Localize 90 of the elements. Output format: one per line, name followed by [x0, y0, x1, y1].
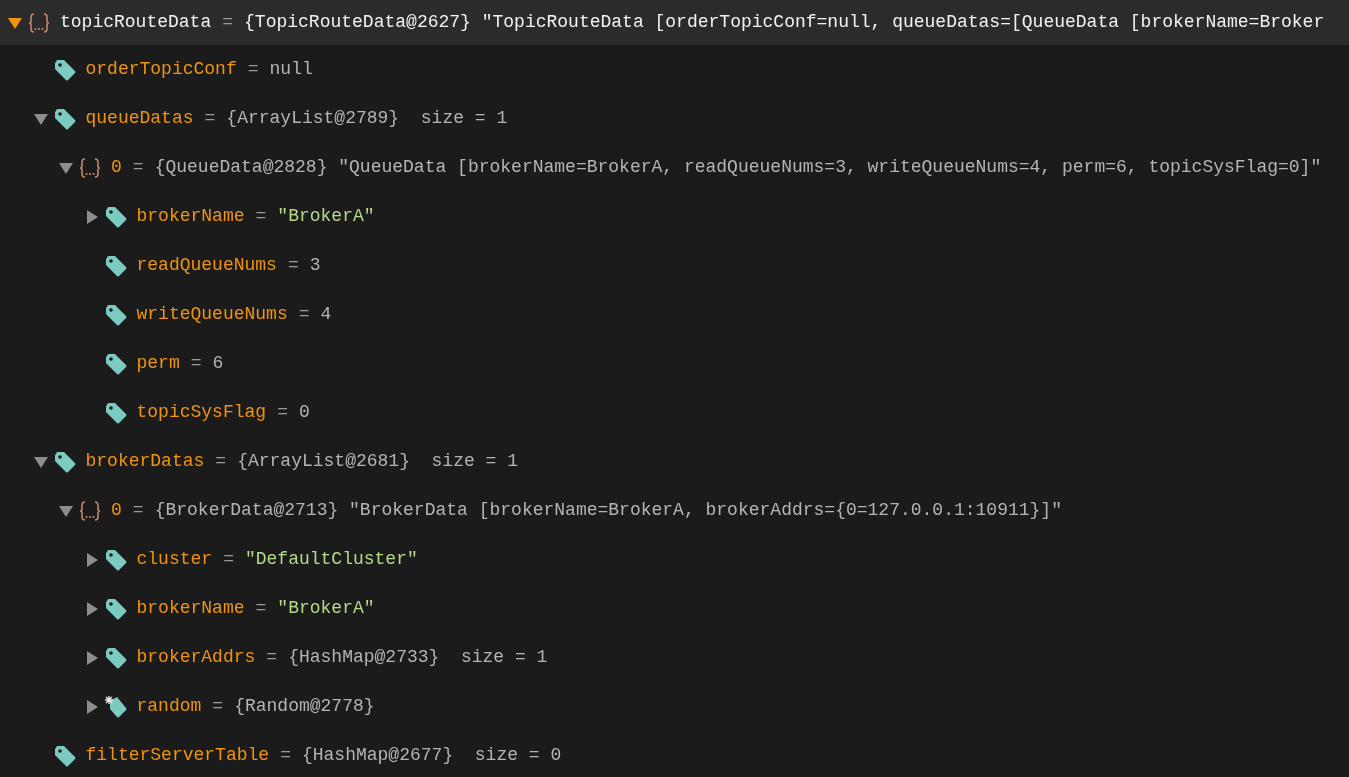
- variable-name: filterServerTable: [85, 744, 270, 767]
- variable-row[interactable]: perm = 6: [0, 339, 1349, 388]
- variable-value: 6: [212, 352, 224, 375]
- variable-value: 3: [309, 254, 321, 277]
- tag-icon: [105, 598, 126, 619]
- variable-row[interactable]: filterServerTable = {HashMap@2677} size = 0: [0, 731, 1349, 777]
- equals-sign: =: [287, 254, 299, 277]
- expand-arrow-icon[interactable]: [86, 601, 98, 616]
- tag-icon: [105, 402, 126, 423]
- expand-arrow-icon[interactable]: [86, 209, 98, 224]
- variable-name: 0: [111, 156, 122, 179]
- variable-row[interactable]: 0 = {BrokerData@2713} "BrokerData [brokerName=BrokerA, brokerAddrs={0=127.0.0.1:10911}]": [0, 486, 1349, 535]
- variable-value: {QueueData@2828} "QueueData [brokerName=BrokerA, readQueueNums=3, writeQueueNums=4, perm=6, topicSysFlag=0]": [154, 156, 1322, 179]
- variable-row[interactable]: brokerName = "BrokerA": [0, 584, 1349, 633]
- variable-row[interactable]: queueDatas = {ArrayList@2789} size = 1: [0, 94, 1349, 143]
- variable-row[interactable]: brokerAddrs = {HashMap@2733} size = 1: [0, 633, 1349, 682]
- variable-row[interactable]: random = {Random@2778}: [0, 682, 1349, 731]
- expand-arrow-icon[interactable]: [86, 699, 98, 714]
- variable-row[interactable]: readQueueNums = 3: [0, 241, 1349, 290]
- variable-value: {ArrayList@2789} size = 1: [226, 107, 508, 130]
- equals-sign: =: [255, 205, 267, 228]
- tag-icon: [54, 59, 75, 80]
- equals-sign: =: [190, 352, 202, 375]
- expand-arrow-icon[interactable]: [86, 552, 98, 567]
- collapse-arrow-icon[interactable]: [33, 113, 48, 125]
- tag-icon: [105, 304, 126, 325]
- equals-sign: =: [280, 744, 291, 767]
- variable-value: "DefaultCluster": [244, 548, 418, 571]
- collapse-arrow-icon[interactable]: [8, 17, 22, 29]
- variable-value: {HashMap@2677} size = 0: [301, 744, 562, 767]
- equals-sign: =: [204, 107, 216, 130]
- tag-icon: [54, 451, 75, 472]
- tag-icon: [105, 255, 126, 276]
- variable-name: brokerName: [136, 205, 245, 228]
- variable-value: "BrokerA": [277, 205, 375, 228]
- equals-sign: =: [132, 499, 144, 522]
- variable-row[interactable]: writeQueueNums = 4: [0, 290, 1349, 339]
- variable-name: writeQueueNums: [136, 303, 288, 326]
- equals-sign: =: [298, 303, 310, 326]
- variable-value: {HashMap@2733} size = 1: [288, 646, 548, 669]
- variable-name: cluster: [136, 548, 213, 571]
- variable-value: null: [269, 58, 313, 81]
- variable-name: brokerDatas: [85, 450, 205, 473]
- variable-name: topicRouteData: [60, 11, 212, 34]
- tag-icon: [54, 745, 75, 766]
- variable-row[interactable]: topicSysFlag = 0: [0, 388, 1349, 437]
- equals-sign: =: [255, 597, 267, 620]
- variable-name: perm: [136, 352, 180, 375]
- variable-value: {BrokerData@2713} "BrokerData [brokerName=BrokerA, brokerAddrs={0=127.0.0.1:10911}]": [154, 499, 1062, 522]
- variable-name: random: [136, 695, 202, 718]
- tag-with-star-icon: [104, 695, 126, 717]
- variable-value: {Random@2778}: [234, 695, 375, 718]
- variable-value: "BrokerA": [277, 597, 375, 620]
- equals-sign: =: [215, 450, 227, 473]
- variable-name: queueDatas: [85, 107, 194, 130]
- collapse-arrow-icon[interactable]: [33, 456, 48, 468]
- equals-sign: =: [277, 401, 288, 424]
- object-braces-icon: [79, 500, 101, 521]
- variable-value: 0: [298, 401, 310, 424]
- equals-sign: =: [266, 646, 278, 669]
- variable-name: topicSysFlag: [136, 401, 267, 424]
- variable-row[interactable]: topicRouteData = {TopicRouteData@2627} "TopicRouteData [orderTopicConf=null, queueDatas=[QueueData [brokerName=Broker: [0, 0, 1349, 45]
- variable-value: 4: [320, 303, 332, 326]
- equals-sign: =: [132, 156, 144, 179]
- equals-sign: =: [223, 548, 234, 571]
- variable-name: brokerName: [136, 597, 245, 620]
- variable-row[interactable]: cluster = "DefaultCluster": [0, 535, 1349, 584]
- variable-name: 0: [111, 499, 122, 522]
- tag-icon: [105, 206, 126, 227]
- variable-row[interactable]: brokerName = "BrokerA": [0, 192, 1349, 241]
- variable-row[interactable]: orderTopicConf = null: [0, 45, 1349, 94]
- tag-icon: [105, 353, 126, 374]
- expand-arrow-icon[interactable]: [86, 650, 98, 665]
- variable-row[interactable]: brokerDatas = {ArrayList@2681} size = 1: [0, 437, 1349, 486]
- variable-name: readQueueNums: [136, 254, 277, 277]
- variable-value: {TopicRouteData@2627} "TopicRouteData [orderTopicConf=null, queueDatas=[QueueData [brokerName=Broker: [244, 11, 1325, 34]
- tag-icon: [105, 549, 126, 570]
- tag-icon: [105, 647, 126, 668]
- equals-sign: =: [212, 695, 224, 718]
- variable-name: brokerAddrs: [136, 646, 256, 669]
- collapse-arrow-icon[interactable]: [59, 162, 73, 174]
- tag-icon: [54, 108, 75, 129]
- object-braces-icon: [28, 12, 50, 33]
- variable-value: {ArrayList@2681} size = 1: [237, 450, 518, 473]
- collapse-arrow-icon[interactable]: [59, 505, 73, 517]
- variable-name: orderTopicConf: [85, 58, 237, 81]
- equals-sign: =: [247, 58, 259, 81]
- variable-row[interactable]: 0 = {QueueData@2828} "QueueData [brokerName=BrokerA, readQueueNums=3, writeQueueNums=4, perm=6, topicSysFlag=0]": [0, 143, 1349, 192]
- object-braces-icon: [79, 157, 101, 178]
- equals-sign: =: [222, 11, 234, 34]
